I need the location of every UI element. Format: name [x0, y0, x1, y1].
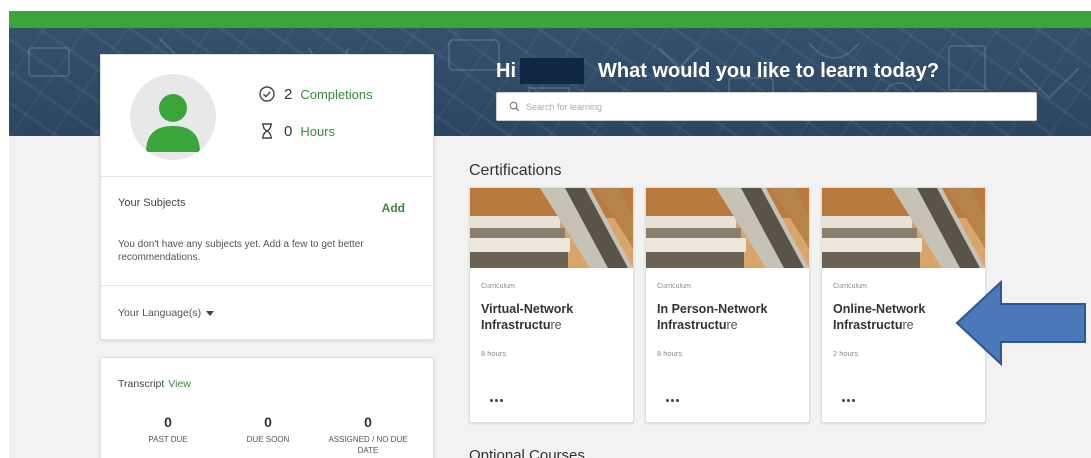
course-type: Curriculum	[657, 283, 691, 290]
course-duration: 8 hours	[481, 349, 507, 358]
transcript-title: Transcript	[118, 378, 165, 390]
redacted-username	[520, 58, 584, 84]
optional-courses-title: Optional Courses	[469, 447, 585, 458]
course-type: Curriculum	[481, 283, 515, 290]
hours-stat[interactable]: 0 Hours	[258, 122, 335, 140]
course-title[interactable]: Virtual-Network Infrastructure	[481, 301, 627, 333]
add-subject-button[interactable]: Add	[382, 201, 405, 215]
course-duration: 2 hours	[833, 349, 859, 358]
course-duration: 8 hours	[657, 349, 683, 358]
subjects-title: Your Subjects	[118, 197, 186, 209]
completions-label[interactable]: Completions	[300, 87, 372, 102]
assigned-no-due-label: ASSIGNED / NO DUE DATE	[328, 435, 408, 455]
due-soon-stat[interactable]: 0 DUE SOON	[218, 414, 318, 445]
search-bar[interactable]	[496, 92, 1037, 121]
books-thumbnail	[822, 188, 985, 268]
hours-count: 0	[284, 122, 293, 140]
assigned-no-due-count: 0	[364, 414, 372, 430]
profile-card: 2 Completions 0 Hours Your Subjects Add …	[100, 54, 434, 340]
transcript-view-link[interactable]: View	[168, 378, 191, 390]
more-options-icon[interactable]	[842, 398, 858, 404]
certifications-title: Certifications	[469, 162, 562, 179]
greeting-hi: Hi	[496, 59, 516, 82]
page-gutter	[0, 0, 9, 458]
past-due-label: PAST DUE	[148, 435, 188, 444]
course-card[interactable]: Curriculum Virtual-Network Infrastructur…	[469, 187, 634, 423]
due-soon-label: DUE SOON	[246, 435, 290, 444]
learning-home-page: 2 Completions 0 Hours Your Subjects Add …	[0, 0, 1091, 458]
completions-count: 2	[284, 85, 293, 103]
greeting: Hi What would you like to learn today?	[496, 58, 939, 84]
past-due-count: 0	[164, 414, 172, 430]
assigned-no-due-stat[interactable]: 0 ASSIGNED / NO DUE DATE	[318, 414, 418, 456]
search-input[interactable]	[526, 101, 1006, 112]
language-label: Your Language(s)	[118, 307, 202, 319]
course-type: Curriculum	[833, 283, 867, 290]
completions-stat[interactable]: 2 Completions	[258, 85, 373, 103]
greeting-question: What would you like to learn today?	[598, 59, 940, 82]
divider	[101, 285, 433, 286]
hours-label[interactable]: Hours	[300, 124, 335, 139]
hourglass-icon	[262, 123, 272, 139]
caret-down-icon	[206, 310, 215, 316]
top-brand-bar	[9, 11, 1091, 28]
language-dropdown[interactable]: Your Language(s)	[118, 307, 215, 319]
check-circle-icon	[259, 86, 275, 102]
course-card[interactable]: Curriculum In Person-Network Infrastruct…	[645, 187, 810, 423]
course-title[interactable]: In Person-Network Infrastructure	[657, 301, 803, 333]
books-thumbnail	[470, 188, 633, 268]
more-options-icon[interactable]	[490, 398, 506, 404]
divider	[101, 176, 433, 177]
transcript-header: Transcript View	[118, 378, 191, 390]
due-soon-count: 0	[264, 414, 272, 430]
search-icon	[509, 101, 520, 112]
user-silhouette-icon	[146, 94, 200, 152]
annotation-arrow-icon	[955, 280, 1086, 366]
subjects-empty-message: You don't have any subjects yet. Add a f…	[118, 239, 364, 263]
books-thumbnail	[646, 188, 809, 268]
avatar[interactable]	[130, 74, 216, 160]
transcript-card: Transcript View 0 PAST DUE 0 DUE SOON 0 A…	[100, 357, 434, 458]
past-due-stat[interactable]: 0 PAST DUE	[118, 414, 218, 445]
more-options-icon[interactable]	[666, 398, 682, 404]
